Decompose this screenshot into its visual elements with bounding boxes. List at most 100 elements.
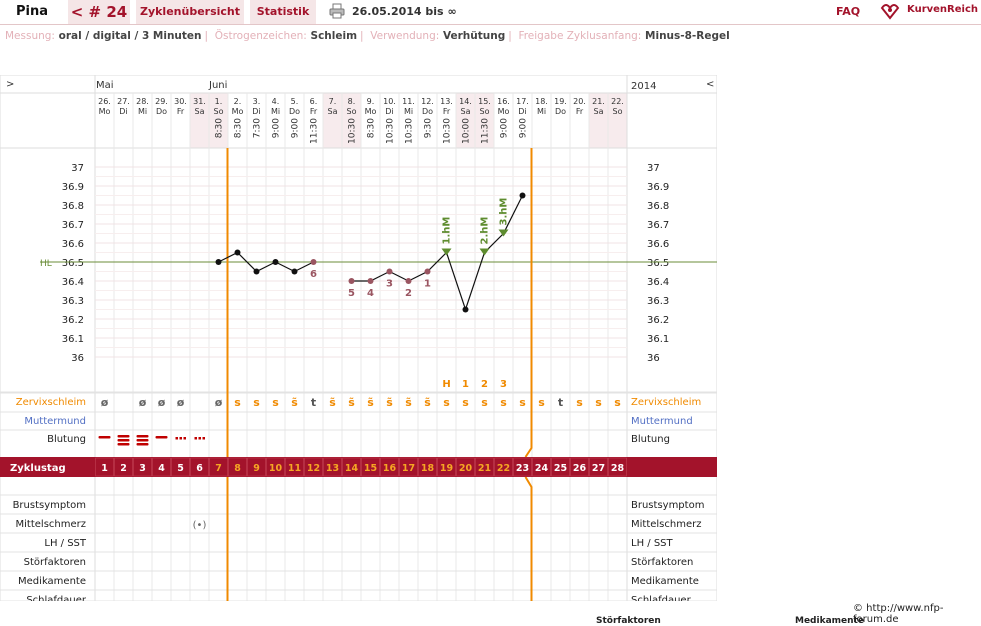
weekday: Do xyxy=(422,107,433,116)
cervix-symbol: s xyxy=(576,396,583,409)
y-tick-right: 36.4 xyxy=(647,277,669,288)
cervix-symbol: s xyxy=(595,396,602,409)
kurvenreich-logo-icon[interactable] xyxy=(880,2,900,20)
lower-measurement-number: 6 xyxy=(310,269,317,280)
day-number: 28. xyxy=(136,97,149,106)
month-label: Juni xyxy=(208,80,227,91)
lower-row-label: LH / SST xyxy=(631,538,674,549)
weekday: Mo xyxy=(232,107,244,116)
freigabe-value: Minus-8-Regel xyxy=(645,30,730,42)
zyklustag-number: 19 xyxy=(440,463,453,474)
faq-link[interactable]: FAQ xyxy=(836,0,860,24)
cervix-symbol: s xyxy=(253,396,260,409)
blutung-row-label: Blutung xyxy=(47,434,86,445)
y-tick-left: 36.9 xyxy=(62,182,84,193)
brand-name[interactable]: KurvenReich xyxy=(907,0,978,20)
oestro-value: Schleim xyxy=(310,30,358,42)
bleeding-mark xyxy=(179,437,182,440)
bleeding-mark xyxy=(136,435,149,438)
lower-measurement-number: 3 xyxy=(386,279,393,290)
measure-time: 10:30 xyxy=(386,118,396,144)
zyklustag-number: 14 xyxy=(345,463,359,474)
cervix-symbol: ø xyxy=(215,396,223,409)
y-tick-right: 36.7 xyxy=(647,220,669,231)
peak-label: 1 xyxy=(462,379,469,390)
day-number: 11. xyxy=(402,97,415,106)
day-number: 15. xyxy=(478,97,491,106)
cervix-symbol: s xyxy=(614,396,621,409)
cervix-symbol: s xyxy=(443,396,450,409)
oestro-key: Östrogenzeichen: xyxy=(214,30,307,42)
previous-cycle-button[interactable]: < # 24 xyxy=(68,0,130,24)
day-number: 6. xyxy=(310,97,318,106)
bleeding-mark xyxy=(183,437,186,440)
y-tick-right: 36 xyxy=(647,353,660,364)
measure-time: 10:30 xyxy=(405,118,415,144)
day-number: 26. xyxy=(98,97,111,106)
measure-time: 11:30 xyxy=(481,118,491,144)
cervix-symbol: ø xyxy=(101,396,109,409)
measure-time: 8:30 xyxy=(367,118,377,138)
lower-row-label: Schlafdauer xyxy=(26,595,87,601)
zyklustag-number: 7 xyxy=(215,463,222,474)
day-number: 17. xyxy=(516,97,529,106)
y-tick-left: 36.5 xyxy=(62,258,84,269)
y-tick-left: 36 xyxy=(71,353,84,364)
day-number: 21. xyxy=(592,97,605,106)
weekday: Fr xyxy=(310,107,318,116)
peak-label: 3 xyxy=(500,379,507,390)
measure-time: 8:30 xyxy=(234,118,244,138)
temperature-point xyxy=(215,259,222,265)
lower-measurement-number: 1 xyxy=(424,279,431,290)
day-number: 1. xyxy=(215,97,223,106)
temperature-point xyxy=(405,278,412,284)
day-number: 29. xyxy=(155,97,168,106)
y-tick-right: 37 xyxy=(647,163,660,174)
day-number: 4. xyxy=(272,97,280,106)
cervix-symbol: s̃ xyxy=(329,396,336,409)
measure-time: 9:00 xyxy=(519,118,529,138)
measure-time: 9:30 xyxy=(424,118,434,138)
weekday: Sa xyxy=(328,107,338,116)
month-label: Mai xyxy=(96,80,114,91)
higher-measurement-label: 1.hM xyxy=(442,217,453,245)
measure-time: 9:00 xyxy=(272,118,282,138)
tab-statistics[interactable]: Statistik xyxy=(250,0,316,24)
temperature-point xyxy=(348,278,355,284)
weekday: Di xyxy=(119,107,127,116)
muttermund-row-label: Muttermund xyxy=(24,416,86,427)
cervix-symbol: s xyxy=(538,396,545,409)
bleeding-mark xyxy=(117,443,130,446)
lower-measurement-number: 2 xyxy=(405,288,412,299)
zyklustag-number: 9 xyxy=(253,463,260,474)
cervix-symbol: s̃ xyxy=(424,396,431,409)
weekday: So xyxy=(214,107,224,116)
lower-measurement-number: 4 xyxy=(367,288,374,299)
measure-time: 10:30 xyxy=(443,118,453,144)
y-tick-left: 36.2 xyxy=(62,315,84,326)
measure-time: 9:00 xyxy=(500,118,510,138)
weekday: Mo xyxy=(365,107,377,116)
cervix-symbol: s xyxy=(272,396,279,409)
messung-key: Messung: xyxy=(5,30,55,42)
zyklustag-number: 28 xyxy=(611,463,625,474)
y-tick-right: 36.3 xyxy=(647,296,669,307)
printer-icon[interactable] xyxy=(329,3,345,19)
blutung-row-label: Blutung xyxy=(631,434,670,445)
legend-medikamente-heading: Medikamente xyxy=(795,616,864,626)
day-number: 30. xyxy=(174,97,187,106)
tab-cycle-overview[interactable]: Zyklenübersicht xyxy=(136,0,244,24)
nav-left-button: > xyxy=(6,79,14,90)
bleeding-mark xyxy=(136,443,149,446)
cervix-symbol: ø xyxy=(139,396,147,409)
weekday: Sa xyxy=(461,107,471,116)
legend-stoerfaktoren-heading: Störfaktoren xyxy=(596,616,661,626)
y-tick-left: 36.7 xyxy=(62,220,84,231)
y-tick-left: 36.6 xyxy=(62,239,84,250)
y-tick-left: 36.1 xyxy=(62,334,84,345)
temperature-point xyxy=(310,259,317,265)
cervix-row-label: Zervixschleim xyxy=(631,397,701,408)
peak-label: 2 xyxy=(481,379,488,390)
top-navigation: Pina < # 24 Zyklenübersicht Statistik 26… xyxy=(0,0,981,25)
zyklustag-number: 11 xyxy=(288,463,301,474)
